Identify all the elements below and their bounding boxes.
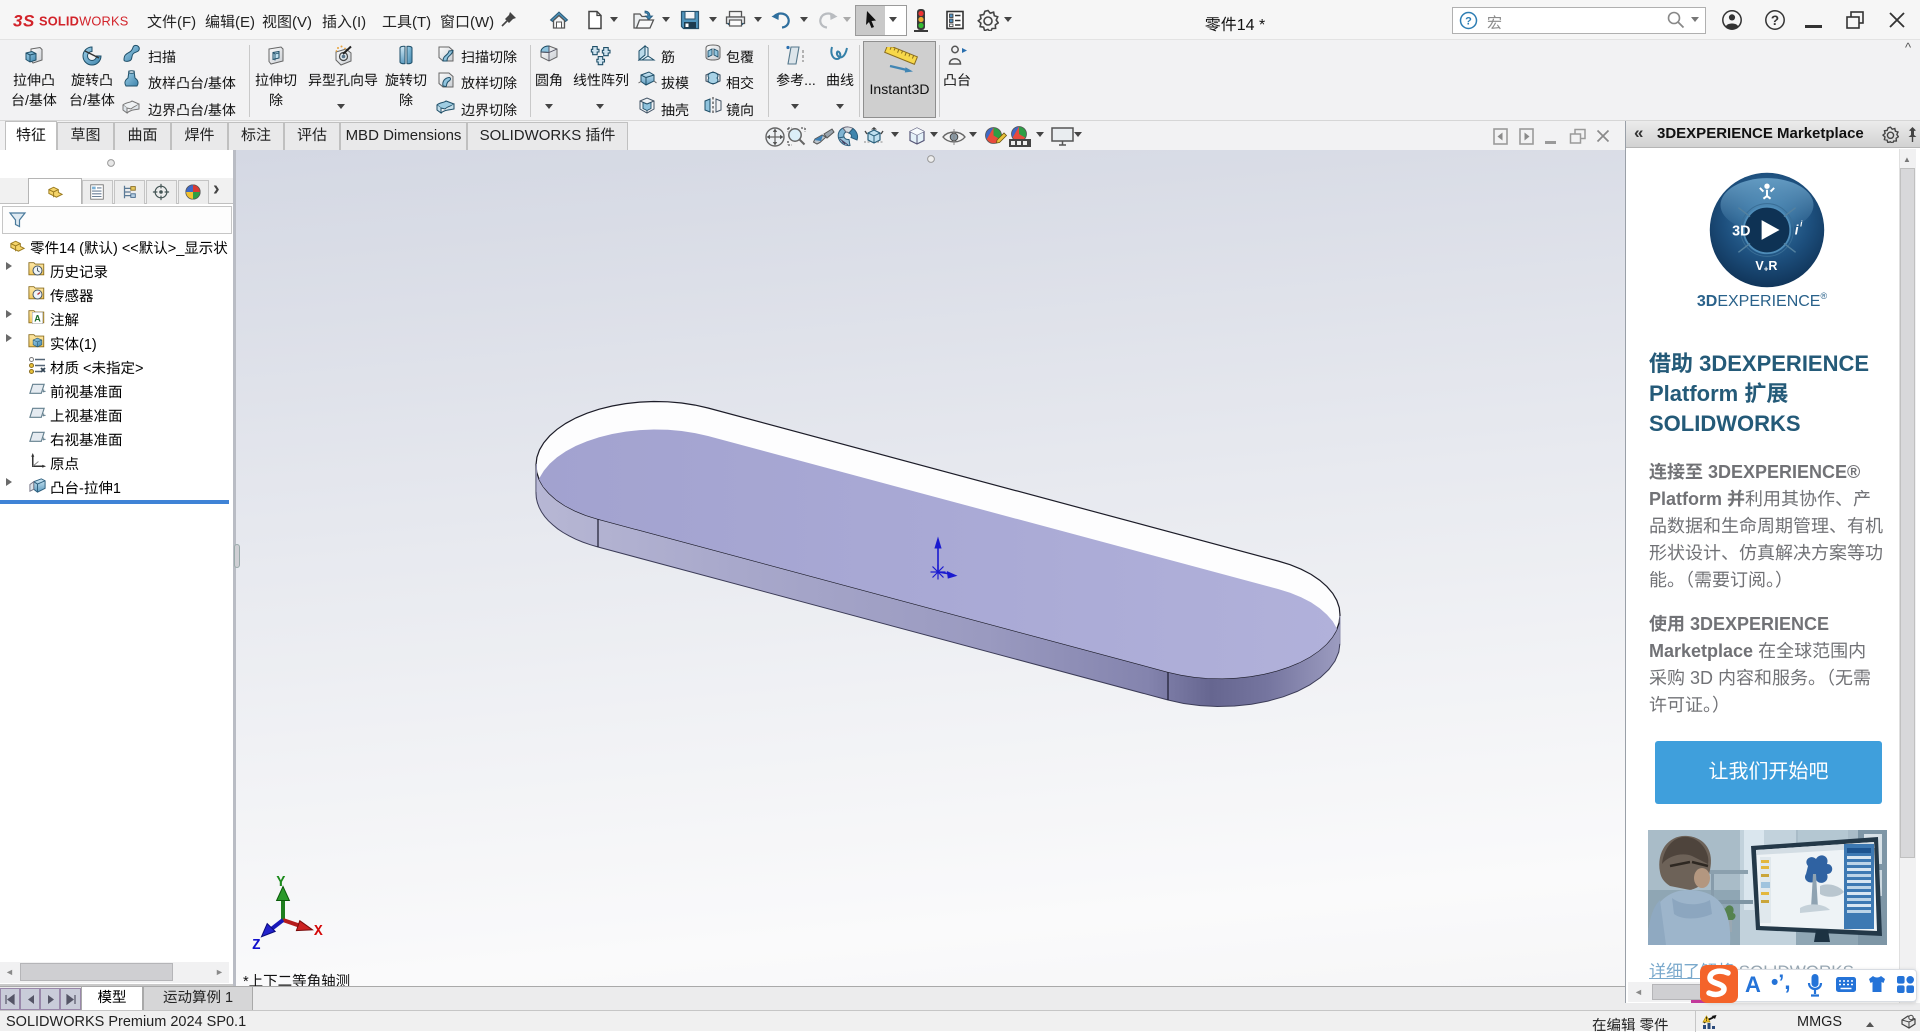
svg-text:SOLIDWORKS: SOLIDWORKS <box>39 14 128 29</box>
svg-text:?: ? <box>1465 16 1472 28</box>
svg-text:A: A <box>34 314 41 324</box>
svg-text:?: ? <box>1771 13 1779 28</box>
svg-text:Y: Y <box>277 875 286 891</box>
svg-text:3D: 3D <box>1732 223 1750 239</box>
svg-text:3: 3 <box>13 12 23 31</box>
svg-text:S: S <box>23 12 35 31</box>
svg-text:X: X <box>314 924 323 940</box>
svg-text:i: i <box>1795 222 1799 237</box>
svg-text:Z: Z <box>252 938 261 954</box>
svg-text:!: ! <box>1706 1017 1708 1023</box>
